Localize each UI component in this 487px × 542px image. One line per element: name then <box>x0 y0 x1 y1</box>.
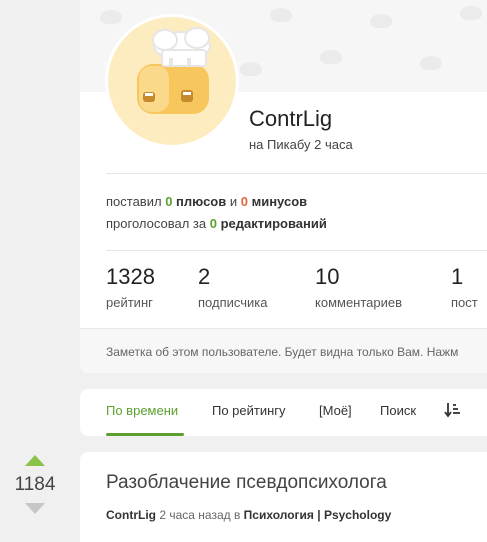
user-note-placeholder: Заметка об этом пользователе. Будет видн… <box>106 345 459 359</box>
edits-line: проголосовал за 0 редактирований <box>106 216 327 231</box>
sort-order-button[interactable] <box>444 401 462 419</box>
metric-subscribers[interactable]: 2 подписчика <box>198 263 267 310</box>
divider <box>106 250 487 251</box>
user-name: ContrLig <box>249 106 333 131</box>
user-note-field[interactable]: Заметка об этом пользователе. Будет видн… <box>80 328 487 373</box>
tab-by-rating[interactable]: По рейтингу <box>212 403 286 418</box>
upvote-arrow-icon[interactable] <box>25 455 45 466</box>
metric-comments[interactable]: 10 комментариев <box>315 263 402 310</box>
post-meta: ContrLig 2 часа назад в Психология | Psy… <box>106 508 391 522</box>
post-card: Разоблачение псевдопсихолога ContrLig 2 … <box>80 452 487 542</box>
post-sort-tabs: По времени По рейтингу [Моё] Поиск <box>80 389 487 436</box>
avatar[interactable] <box>107 16 237 146</box>
post-author[interactable]: ContrLig <box>106 508 156 522</box>
profile-card: ContrLig на Пикабу 2 часа поставил 0 плю… <box>80 0 487 373</box>
downvote-arrow-icon[interactable] <box>25 503 45 514</box>
votes-line: поставил 0 плюсов и 0 минусов <box>106 194 308 209</box>
post-rating: 1184 <box>14 474 56 495</box>
metric-posts[interactable]: 1 пост <box>451 263 478 310</box>
active-tab-indicator <box>106 433 184 436</box>
metric-rating: 1328 рейтинг <box>106 264 155 310</box>
tab-by-time[interactable]: По времени <box>106 403 178 418</box>
post-time: 2 часа назад в <box>156 508 244 522</box>
divider <box>106 173 487 174</box>
tab-search[interactable]: Поиск <box>380 403 416 418</box>
post-community[interactable]: Психология | Psychology <box>244 508 392 522</box>
tab-mine[interactable]: [Моё] <box>319 403 352 418</box>
chef-toast-avatar-icon <box>108 17 236 145</box>
minus-count: 0 <box>240 194 248 209</box>
sort-icon <box>444 403 460 418</box>
post-title[interactable]: Разоблачение псевдопсихолога <box>106 472 387 494</box>
edits-count: 0 <box>209 216 217 231</box>
user-since: на Пикабу 2 часа <box>249 137 353 152</box>
